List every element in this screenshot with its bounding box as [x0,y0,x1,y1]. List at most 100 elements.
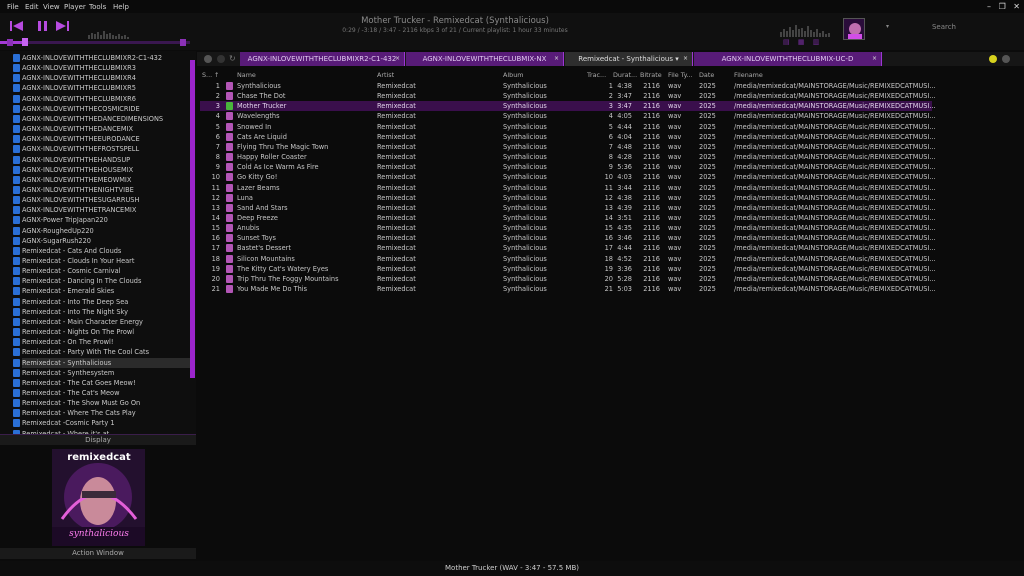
sidebar-item[interactable]: AGNX-RoughedUp220 [13,226,190,236]
sidebar-item[interactable]: Remixedcat - Main Character Energy [13,317,190,327]
track-row[interactable]: 5 Snowed In Remixedcat Synthalicious 5 4:44 21… [200,122,936,132]
tab-close-icon[interactable]: × [554,52,559,66]
display-panel-header[interactable]: Display [0,434,196,445]
col-duration[interactable]: Durat... [613,71,637,79]
track-row[interactable]: 4 Wavelengths Remixedcat Synthalicious 4 4:05… [200,111,936,121]
track-row[interactable]: 14 Deep Freeze Remixedcat Synthalicious 14 3:… [200,213,936,223]
sidebar-item[interactable]: Remixedcat - Dancing In The Clouds [13,276,190,286]
close-icon[interactable]: ✕ [1013,2,1020,11]
minimize-icon[interactable]: – [987,2,991,11]
view-grid-icon[interactable]: ▦ [798,38,805,46]
tab-clubmix-nx[interactable]: AGNX-INLOVEWITHTHECLUBMIX-NX × [406,52,564,66]
sidebar-item[interactable]: Remixedcat - Into The Night Sky [13,307,190,317]
menu-player[interactable]: Player [64,3,86,11]
col-filename[interactable]: Filename [734,71,763,79]
track-row[interactable]: 16 Sunset Toys Remixedcat Synthalicious 16 3:… [200,233,936,243]
sidebar-item[interactable]: AGNX-INLOVEWITHTHEMEOWMIX [13,175,190,185]
sidebar-item[interactable]: AGNX-Power TripJapan220 [13,215,190,225]
tab-clubmix-r2[interactable]: AGNX-INLOVEWITHTHECLUBMIXR2-C1-432 × [240,52,405,66]
action-window-header[interactable]: Action Window [0,548,196,559]
track-row[interactable]: 1 Synthalicious Remixedcat Synthalicious 1 4:… [200,81,936,91]
tab-back-icon[interactable] [204,55,212,63]
sidebar-item[interactable]: AGNX-INLOVEWITHTHECLUBMIXR4 [13,73,190,83]
sidebar-item[interactable]: Remixedcat - On The Prowl! [13,337,190,347]
sidebar-item[interactable]: AGNX-INLOVEWITHTHEHOUSEMIX [13,165,190,175]
sidebar-item[interactable]: AGNX-INLOVEWITHTHENIGHTVIBE [13,185,190,195]
sidebar-item[interactable]: Remixedcat - Cosmic Carnival [13,266,190,276]
sidebar-item[interactable]: Remixedcat - Clouds In Your Heart [13,256,190,266]
sidebar-item[interactable]: Remixedcat - Emerald Skies [13,286,190,296]
track-row[interactable]: 10 Go Kitty Go! Remixedcat Synthalicious 10 4… [200,172,936,182]
sidebar-item[interactable]: AGNX-INLOVEWITHTHEDANCEDIMENSIONS [13,114,190,124]
view-list-icon[interactable]: ▤ [783,38,790,46]
seek-bar[interactable] [0,38,190,46]
sidebar-scrollbar[interactable] [190,60,195,378]
track-row[interactable]: 2 Chase The Dot Remixedcat Synthalicious 2 3:… [200,91,936,101]
track-row[interactable]: 11 Lazer Beams Remixedcat Synthalicious 11 3:… [200,183,936,193]
sidebar-item[interactable]: AGNX-INLOVEWITHTHECOSMICRIDE [13,104,190,114]
track-row[interactable]: 13 Sand And Stars Remixedcat Synthalicious 1… [200,203,936,213]
thumbnail-dropdown-icon[interactable]: ▾ [886,23,889,30]
sidebar-item[interactable]: Remixedcat - Synthalicious [13,357,190,368]
search-input[interactable]: Search [902,20,1012,34]
sidebar-item[interactable]: Remixedcat - The Cat's Meow [13,388,190,398]
col-artist[interactable]: Artist [377,71,394,79]
sidebar-item[interactable]: AGNX-INLOVEWITHTHEEURODANCE [13,134,190,144]
next-icon[interactable] [56,20,70,34]
track-row[interactable]: 20 Trip Thru The Foggy Mountains Remixedca… [200,274,936,284]
volume-handle[interactable] [180,39,186,46]
sidebar-item[interactable]: Remixedcat - Cats And Clouds [13,246,190,256]
previous-icon[interactable] [10,20,24,34]
track-row[interactable]: 6 Cats Are Liquid Remixedcat Synthalicious 6… [200,132,936,142]
track-row[interactable]: 3 Mother Trucker Remixedcat Synthalicious 3 3… [200,101,936,112]
pause-icon[interactable] [37,20,49,34]
col-bitrate[interactable]: Bitrate [640,71,662,79]
new-tab-icon[interactable] [989,55,997,63]
sidebar-item[interactable]: Remixedcat - The Cat Goes Meow! [13,378,190,388]
tab-menu-icon[interactable] [1002,55,1010,63]
track-row[interactable]: 7 Flying Thru The Magic Town Remixedcat Syn… [200,142,936,152]
menu-tools[interactable]: Tools [89,3,106,11]
tab-synthalicious[interactable]: Remixedcat - Synthalicious ▾ × [565,52,693,66]
tab-close-icon[interactable]: × [683,52,688,66]
sidebar-item[interactable]: AGNX-INLOVEWITHTHEDANCEMIX [13,124,190,134]
sidebar-item[interactable]: Remixedcat - Party With The Cool Cats [13,347,190,357]
track-row[interactable]: 19 The Kitty Cat's Watery Eyes Remixedcat S… [200,264,936,274]
col-date[interactable]: Date [699,71,714,79]
sidebar-item[interactable]: AGNX-INLOVEWITHTHEHANDSUP [13,155,190,165]
col-name[interactable]: Name [237,71,256,79]
tab-clubmix-uc-d[interactable]: AGNX-INLOVEWITHTHECLUBMIX-UC-D × [694,52,882,66]
col-track[interactable]: Trac... [587,71,606,79]
sidebar-item[interactable]: Remixedcat - Into The Deep Sea [13,297,190,307]
maximize-icon[interactable]: ❐ [999,2,1006,11]
menu-view[interactable]: View [43,3,60,11]
sidebar-item[interactable]: AGNX-INLOVEWITHTHEFROSTSPELL [13,144,190,154]
view-columns-icon[interactable]: ▥ [813,38,820,46]
tab-close-icon[interactable]: × [872,52,877,66]
sidebar-item[interactable]: Remixedcat -Cosmic Party 1 [13,418,190,428]
track-row[interactable]: 8 Happy Roller Coaster Remixedcat Synthalic… [200,152,936,162]
sidebar-item[interactable]: Remixedcat - Synthesystem [13,368,190,378]
track-row[interactable]: 21 You Made Me Do This Remixedcat Synthalic… [200,284,936,294]
sidebar-item[interactable]: AGNX-INLOVEWITHTHETRANCEMIX [13,205,190,215]
col-album[interactable]: Album [503,71,523,79]
col-filetype[interactable]: File Ty... [668,71,693,79]
menu-help[interactable]: Help [113,3,129,11]
seek-handle[interactable] [21,38,28,46]
sidebar-item[interactable]: Remixedcat - Where The Cats Play [13,408,190,418]
sidebar-item[interactable]: Remixedcat - Nights On The Prowl [13,327,190,337]
sidebar-item[interactable]: AGNX-INLOVEWITHTHECLUBMIXR6 [13,94,190,104]
sidebar-item[interactable]: AGNX-INLOVEWITHTHECLUBMIXR2-C1-432 [13,53,190,63]
sidebar-item[interactable]: AGNX-INLOVEWITHTHECLUBMIXR5 [13,83,190,93]
col-status[interactable]: S... [202,71,212,79]
sidebar-item[interactable]: AGNX-SugarRush220 [13,236,190,246]
now-playing-thumbnail[interactable] [843,18,865,40]
col-sort-icon[interactable]: ↑ [214,71,219,79]
track-row[interactable]: 9 Cold As Ice Warm As Fire Remixedcat Synth… [200,162,936,172]
track-row[interactable]: 12 Luna Remixedcat Synthalicious 12 4:38 2116 w… [200,193,936,203]
menu-edit[interactable]: Edit [25,3,39,11]
sidebar-item[interactable]: AGNX-INLOVEWITHTHESUGARRUSH [13,195,190,205]
sidebar-item[interactable]: AGNX-INLOVEWITHTHECLUBMIXR3 [13,63,190,73]
track-row[interactable]: 15 Anubis Remixedcat Synthalicious 15 4:35 211… [200,223,936,233]
tab-forward-icon[interactable] [217,55,225,63]
